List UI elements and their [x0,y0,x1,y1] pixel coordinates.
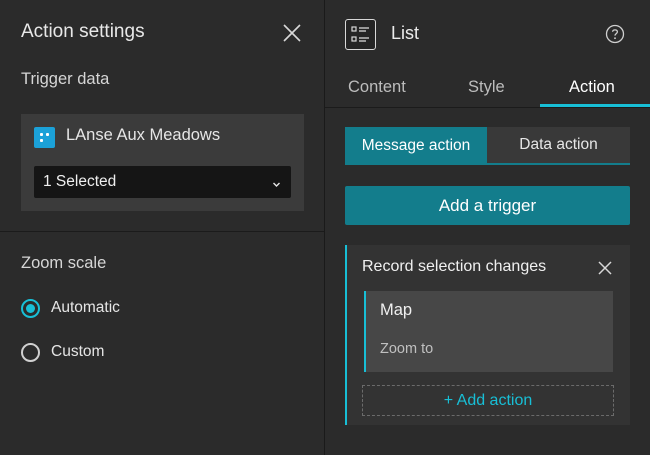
trigger-data-card: LAnse Aux Meadows 1 Selected [21,114,304,211]
segment-message-action[interactable]: Message action [345,127,487,165]
help-icon[interactable] [605,24,625,44]
action-target: Map [380,301,413,319]
tab-style[interactable]: Style [468,78,505,97]
action-settings-panel: Action settings Trigger data LAnse Aux M… [0,0,324,455]
widget-name: List [391,23,420,43]
radio-label-automatic: Automatic [51,299,120,316]
radio-button[interactable] [21,343,40,362]
tab-content[interactable]: Content [348,78,406,97]
tab-action[interactable]: Action [569,78,615,97]
layer-name: LAnse Aux Meadows [66,126,221,144]
segment-data-action[interactable]: Data action [487,127,630,165]
widget-settings-panel: List Content Style Action Message action… [325,0,650,455]
chevron-down-icon [271,177,282,188]
close-icon[interactable] [281,22,303,44]
section-divider [0,231,324,232]
trigger-data-label: Trigger data [21,70,110,88]
list-icon [345,19,376,50]
radio-label-custom: Custom [51,343,105,360]
action-item[interactable]: Map Zoom to [364,291,613,372]
layer-icon [34,127,55,148]
tabs-divider [325,107,650,108]
zoom-scale-label: Zoom scale [21,254,107,272]
close-icon[interactable] [596,259,614,277]
add-trigger-button[interactable]: Add a trigger [345,186,630,225]
settings-tabs: Content Style Action [325,70,650,109]
action-type-segmented-control: Message action Data action [345,127,630,165]
add-action-button[interactable]: + Add action [362,385,614,416]
trigger-block: Record selection changes Map Zoom to + A… [345,245,630,425]
selection-dropdown[interactable]: 1 Selected [34,166,291,198]
trigger-title: Record selection changes [362,258,547,275]
panel-title: Action settings [21,21,145,42]
radio-button-checked[interactable] [21,299,40,318]
action-name: Zoom to [380,341,434,357]
selection-value: 1 Selected [43,173,117,190]
